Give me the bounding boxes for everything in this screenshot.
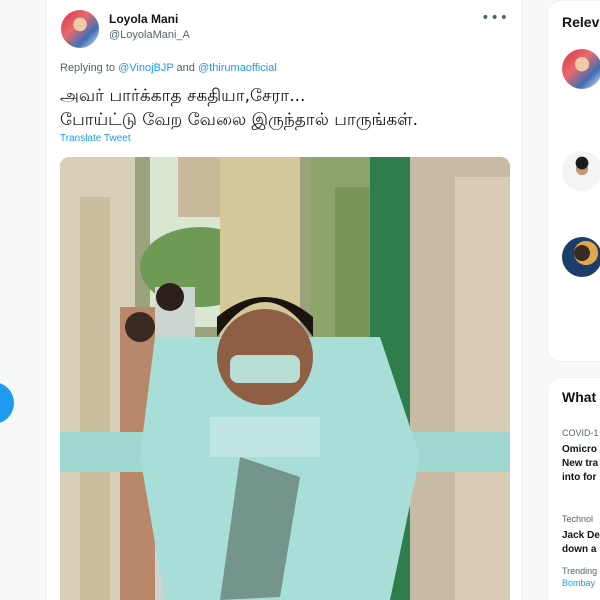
- relevant-person-avatar[interactable]: [562, 237, 600, 277]
- relevant-people-panel: Relev: [547, 0, 600, 362]
- whats-happening-title: What: [562, 389, 597, 405]
- mention-link[interactable]: @VinojBJP: [118, 62, 173, 74]
- photo-illustration: [60, 157, 510, 600]
- trend-link[interactable]: Bombay: [562, 578, 595, 588]
- tweet-detail: Loyola Mani @LoyolaMani_A ••• Replying t…: [46, 0, 522, 600]
- trend-headline[interactable]: into for: [562, 471, 596, 484]
- right-sidebar: Relev What COVID-1 Omicro New tra into f…: [547, 0, 600, 600]
- trend-headline[interactable]: Jack De: [562, 529, 600, 542]
- trend-headline[interactable]: New tra: [562, 457, 598, 470]
- compose-tweet-button[interactable]: [0, 382, 14, 424]
- tweet-text-line: அவர் பார்க்காத சகதியா,சேரா...: [60, 86, 306, 106]
- trend-category: Trending: [562, 566, 598, 576]
- trend-headline[interactable]: Omicro: [562, 443, 597, 456]
- trend-category: Technol: [562, 514, 594, 524]
- tweet-text-line: போய்ட்டு வேற வேலை இருந்தால் பாருங்கள்.: [60, 110, 419, 130]
- mention-link[interactable]: @thirumaofficial: [198, 62, 277, 74]
- replying-to-label: Replying to: [60, 62, 119, 74]
- more-horizontal-icon[interactable]: •••: [481, 10, 509, 26]
- relevant-people-title: Relev: [562, 14, 600, 30]
- trend-category: COVID-1: [562, 428, 599, 438]
- relevant-person-avatar[interactable]: [562, 49, 600, 89]
- author-name[interactable]: Loyola Mani: [109, 12, 178, 26]
- whats-happening-panel: What COVID-1 Omicro New tra into for Tec…: [547, 377, 600, 600]
- author-avatar[interactable]: [61, 10, 99, 48]
- replying-to: Replying to @VinojBJP and @thirumaoffici…: [60, 62, 277, 74]
- author-handle[interactable]: @LoyolaMani_A: [109, 29, 190, 41]
- translate-tweet-link[interactable]: Translate Tweet: [60, 133, 131, 144]
- replying-to-joiner: and: [173, 62, 198, 74]
- relevant-person-avatar[interactable]: [562, 151, 600, 191]
- tweet-photo[interactable]: [60, 157, 510, 600]
- tweet-text: அவர் பார்க்காத சகதியா,சேரா... போய்ட்டு வே…: [60, 84, 520, 132]
- trend-headline[interactable]: down a: [562, 543, 596, 556]
